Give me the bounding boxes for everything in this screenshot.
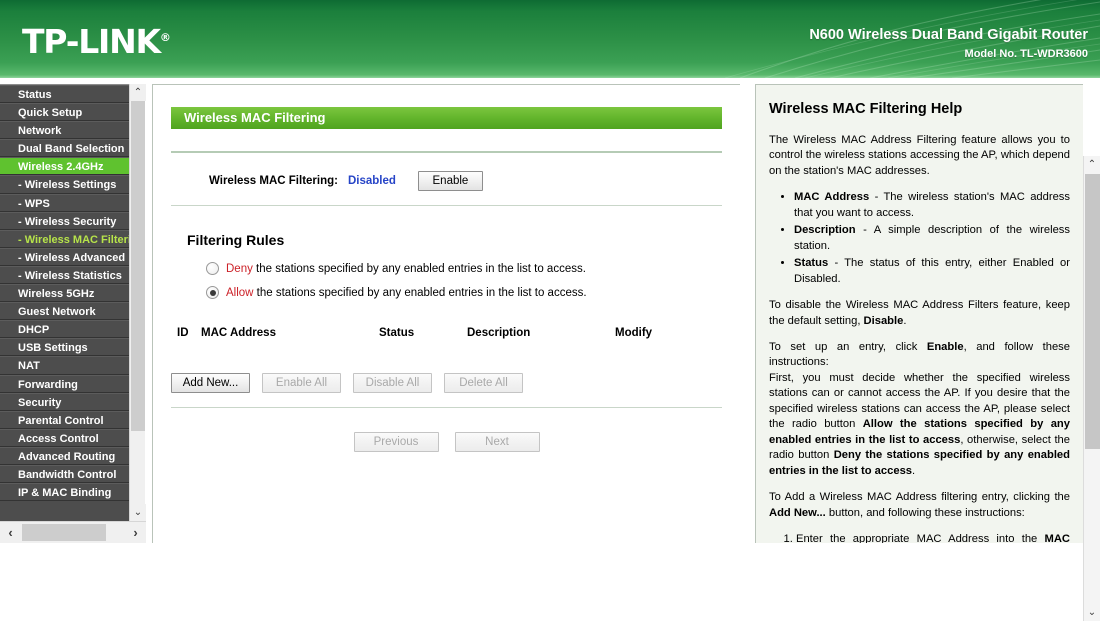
- help-bullet-list: MAC Address - The wireless station's MAC…: [769, 190, 1070, 287]
- divider-rules: [171, 205, 722, 206]
- sidebar-item-wireless-mac-filtering[interactable]: - Wireless MAC Filtering: [0, 229, 129, 248]
- rule-allow-keyword: Allow: [226, 286, 254, 299]
- sidebar-item-guest-network[interactable]: Guest Network: [0, 302, 129, 321]
- column-header-description: Description: [467, 327, 531, 339]
- divider-pager: [171, 407, 722, 408]
- help-add-paragraph: To Add a Wireless MAC Address filtering …: [769, 491, 1070, 519]
- sidebar-scroll-thumb[interactable]: [131, 101, 145, 431]
- table-action-buttons: Add New... Enable All Disable All Delete…: [171, 373, 722, 393]
- sidebar-item-wireless-statistics[interactable]: - Wireless Statistics: [0, 265, 129, 285]
- sidebar-item-quick-setup[interactable]: Quick Setup: [0, 103, 129, 122]
- rule-deny-row[interactable]: Deny the stations specified by any enabl…: [171, 262, 722, 275]
- page-scroll-up-icon[interactable]: ⌃: [1084, 156, 1100, 173]
- radio-deny[interactable]: [206, 262, 219, 275]
- help-title: Wireless MAC Filtering Help: [769, 101, 963, 117]
- rule-allow-description: the stations specified by any enabled en…: [253, 286, 587, 299]
- registered-mark: ®: [159, 31, 171, 44]
- logo-text: TP-LINK: [22, 22, 161, 61]
- help-bullet-term: Description: [794, 224, 856, 237]
- page-scroll-down-icon[interactable]: ⌄: [1084, 604, 1100, 621]
- radio-allow[interactable]: [206, 286, 219, 299]
- add-new-button[interactable]: Add New...: [171, 373, 250, 393]
- router-model-name: N600 Wireless Dual Band Gigabit Router: [809, 27, 1088, 43]
- help-steps-list: Enter the appropriate MAC Address into t…: [769, 532, 1070, 543]
- page-header: TP-LINK® N600 Wireless Dual Band Gigabit…: [0, 0, 1100, 78]
- scroll-left-icon[interactable]: ‹: [0, 522, 21, 543]
- column-header-id: ID: [177, 327, 189, 339]
- previous-button: Previous: [353, 432, 439, 452]
- sidebar-item-parental-control[interactable]: Parental Control: [0, 410, 129, 429]
- help-setup-paragraph: First, you must decide whether the speci…: [769, 371, 1070, 477]
- sidebar-item-network[interactable]: Network: [0, 121, 129, 140]
- filter-status-value: Disabled: [347, 175, 396, 187]
- divider-top: [171, 151, 722, 153]
- sidebar-item-wireless-advanced[interactable]: - Wireless Advanced: [0, 247, 129, 266]
- rule-allow-row[interactable]: Allow the stations specified by any enab…: [171, 286, 722, 299]
- sidebar-item-wireless-5ghz[interactable]: Wireless 5GHz: [0, 284, 129, 303]
- sidebar-item-wps[interactable]: - WPS: [0, 193, 129, 212]
- filter-status-row: Wireless MAC Filtering: Disabled Enable: [171, 171, 722, 191]
- sidebar-item-advanced-routing[interactable]: Advanced Routing: [0, 446, 129, 465]
- help-intro: The Wireless MAC Address Filtering featu…: [769, 134, 1070, 177]
- disable-all-button: Disable All: [353, 373, 432, 393]
- sidebar-vertical-scrollbar[interactable]: ⌃ ⌄: [129, 84, 146, 521]
- help-bullet: Status - The status of this entry, eithe…: [794, 256, 1070, 287]
- sidebar-item-forwarding[interactable]: Forwarding: [0, 374, 129, 393]
- sidebar-item-status[interactable]: Status: [0, 85, 129, 104]
- page-vertical-scrollbar[interactable]: ⌃ ⌄: [1083, 156, 1100, 621]
- sidebar-item-dhcp[interactable]: DHCP: [0, 320, 129, 339]
- scroll-down-icon[interactable]: ⌄: [130, 504, 146, 521]
- help-step-prefix: Enter the appropriate MAC Address into t…: [796, 532, 1045, 543]
- filter-status-label: Wireless MAC Filtering:: [209, 175, 338, 187]
- help-bullet: Description - A simple description of th…: [794, 223, 1070, 254]
- next-button: Next: [454, 432, 540, 452]
- help-bullet-term: MAC Address: [794, 191, 870, 204]
- column-header-mac-address: MAC Address: [201, 327, 276, 339]
- help-bullet-text: - The status of this entry, either Enabl…: [794, 257, 1070, 285]
- sidebar-item-nat[interactable]: NAT: [0, 356, 129, 375]
- sidebar-item-ip-mac-binding[interactable]: IP & MAC Binding: [0, 483, 129, 502]
- pagination-controls: Previous Next: [171, 432, 722, 452]
- page-scroll-thumb[interactable]: [1085, 174, 1100, 449]
- sidebar-item-access-control[interactable]: Access Control: [0, 428, 129, 447]
- router-model-number: Model No. TL-WDR3600: [964, 48, 1088, 60]
- sidebar-item-dual-band-selection[interactable]: Dual Band Selection: [0, 139, 129, 158]
- enable-button[interactable]: Enable: [417, 171, 483, 191]
- entries-table-header: ID MAC Address Status Description Modify: [171, 327, 722, 343]
- column-header-modify: Modify: [615, 327, 653, 339]
- help-step: Enter the appropriate MAC Address into t…: [796, 532, 1070, 543]
- sidebar-item-wireless-security[interactable]: - Wireless Security: [0, 211, 129, 230]
- sidebar-item-wireless-settings[interactable]: - Wireless Settings: [0, 175, 129, 194]
- filtering-rules-heading: Filtering Rules: [187, 232, 285, 248]
- help-disable-note: To disable the Wireless MAC Address Filt…: [769, 299, 1070, 327]
- sidebar-hscroll-thumb[interactable]: [22, 524, 106, 541]
- tp-link-logo: TP-LINK®: [22, 22, 171, 61]
- delete-all-button: Delete All: [444, 373, 523, 393]
- rule-allow-text: Allow the stations specified by any enab…: [226, 287, 587, 299]
- help-bullet: MAC Address - The wireless station's MAC…: [794, 190, 1070, 221]
- enable-all-button: Enable All: [262, 373, 341, 393]
- sidebar-item-wireless-2-4ghz[interactable]: Wireless 2.4GHz: [0, 157, 129, 176]
- main-content: Wireless MAC Filtering Wireless MAC Filt…: [152, 84, 740, 543]
- rule-deny-text: Deny the stations specified by any enabl…: [226, 263, 586, 275]
- rule-deny-keyword: Deny: [226, 262, 253, 275]
- sidebar-horizontal-scrollbar[interactable]: ‹ ›: [0, 521, 146, 543]
- sidebar-menu: Status Quick Setup Network Dual Band Select…: [0, 84, 129, 522]
- help-panel: Wireless MAC Filtering Help The Wireless…: [755, 84, 1083, 543]
- page-title: Wireless MAC Filtering: [171, 107, 722, 129]
- rule-deny-description: the stations specified by any enabled en…: [252, 262, 586, 275]
- scroll-right-icon[interactable]: ›: [125, 522, 146, 543]
- page-body: SetupRouter.co StatusQuick SetupNetworkD…: [0, 78, 1100, 621]
- sidebar-item-bandwidth-control[interactable]: Bandwidth Control: [0, 464, 129, 484]
- help-bullet-term: Status: [794, 257, 829, 270]
- sidebar-item-usb-settings[interactable]: USB Settings: [0, 338, 129, 357]
- help-setup-line: To set up an entry, click Enable, and fo…: [769, 340, 1070, 369]
- scroll-up-icon[interactable]: ⌃: [130, 84, 146, 101]
- sidebar-item-security[interactable]: Security: [0, 392, 129, 411]
- column-header-status: Status: [379, 327, 415, 339]
